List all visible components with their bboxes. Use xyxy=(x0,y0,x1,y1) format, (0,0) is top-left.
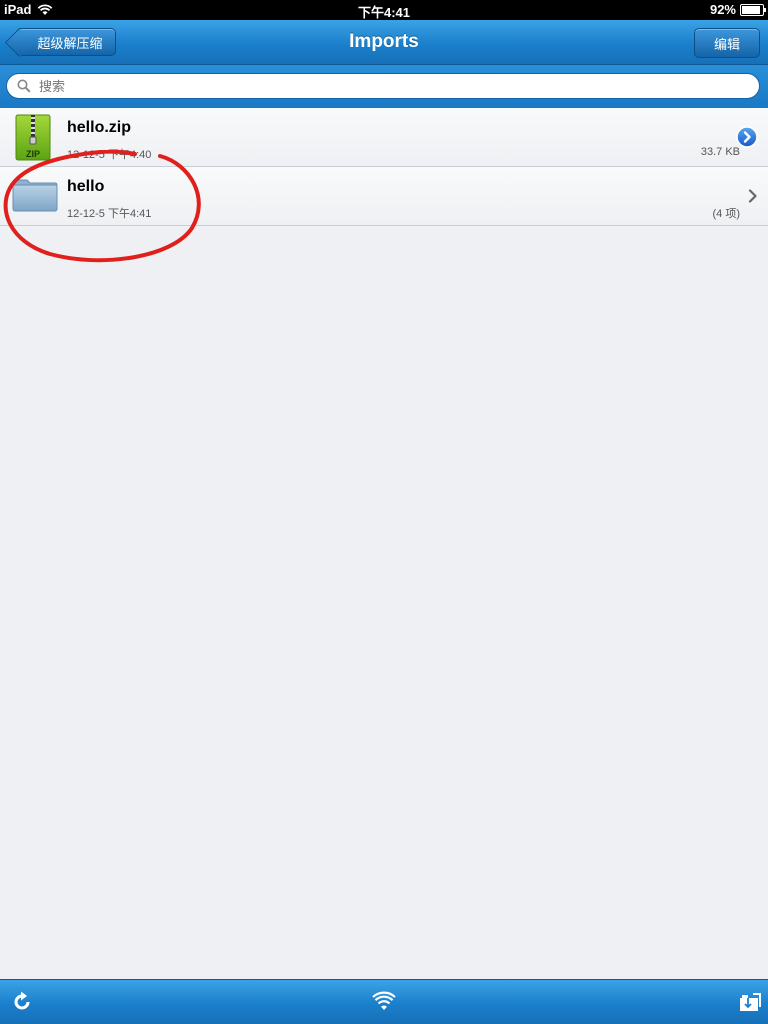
status-bar: iPad 下午4:41 92% xyxy=(0,0,768,20)
folder-item-count: (4 项) xyxy=(712,208,741,220)
status-time: 下午4:41 xyxy=(357,5,411,20)
bottom-toolbar xyxy=(0,979,768,1024)
detail-disclosure-button[interactable] xyxy=(736,126,758,148)
battery-icon xyxy=(740,3,766,16)
folder-date: 12-12-5 下午4:41 xyxy=(67,208,152,220)
search-field[interactable] xyxy=(6,73,760,99)
file-date: 12-12-5 下午4:40 xyxy=(67,149,152,161)
wifi-sharing-icon[interactable] xyxy=(372,990,396,1014)
search-input[interactable] xyxy=(37,77,741,95)
chevron-right-icon xyxy=(748,189,757,203)
file-name: hello.zip xyxy=(67,119,131,136)
battery-percent: 92% xyxy=(709,2,736,17)
list-item-hello-zip[interactable]: ZIP hello.zip 12-12-5 下午4:40 33.7 KB xyxy=(0,108,768,167)
file-size: 33.7 KB xyxy=(700,146,740,158)
search-bar xyxy=(0,65,768,108)
zip-file-icon: ZIP xyxy=(15,114,51,161)
folder-icon[interactable] xyxy=(738,990,762,1014)
folder-name: hello xyxy=(67,178,105,195)
folder-icon xyxy=(12,179,58,212)
navigation-bar: 超级解压缩 Imports 编辑 xyxy=(0,20,768,65)
svg-text:ZIP: ZIP xyxy=(26,149,40,159)
search-icon xyxy=(17,79,31,93)
page-title: Imports xyxy=(349,31,419,52)
refresh-icon[interactable] xyxy=(10,990,34,1014)
list-item-hello-folder[interactable]: hello 12-12-5 下午4:41 (4 项) xyxy=(0,167,768,226)
file-list: ZIP hello.zip 12-12-5 下午4:40 33.7 KB hel… xyxy=(0,108,768,226)
edit-button[interactable]: 编辑 xyxy=(694,28,760,58)
